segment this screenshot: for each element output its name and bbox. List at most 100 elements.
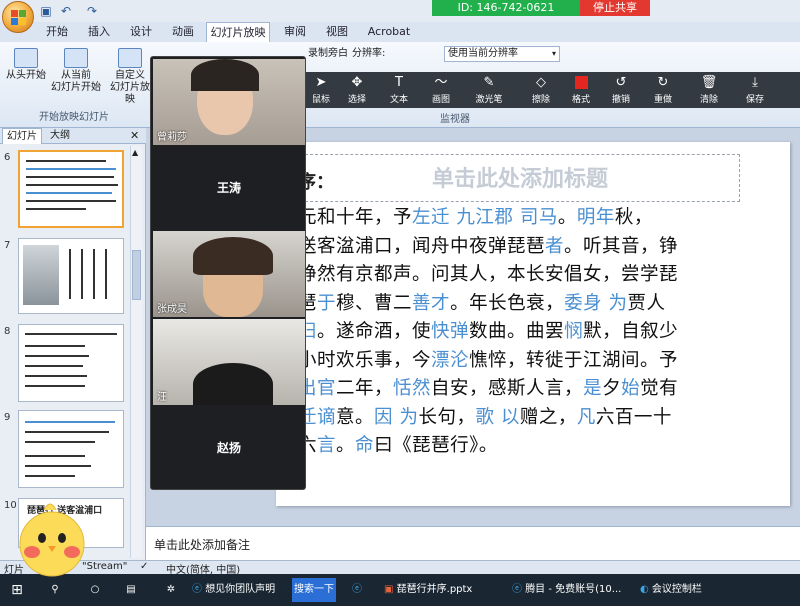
taskbar-meeting-control[interactable]: ◐ 会议控制栏	[640, 578, 740, 602]
slide-thumbnail-6[interactable]	[18, 150, 124, 228]
body-text-segment: 意。	[336, 406, 375, 428]
anno-label: 格式	[571, 95, 590, 105]
resolution-select[interactable]: 使用当前分辨率 ▾	[444, 46, 560, 62]
chick-sticker-image	[16, 494, 88, 578]
taskbar-browser-tab[interactable]: ⓔ 想见你团队声明	[192, 578, 288, 602]
meeting-video-panel: 曾莉莎 王涛 张成昊 汪 赵扬	[150, 56, 306, 490]
current-slide[interactable]: 单击此处添加标题 序： 元和十年，予左迁 九江郡 司马。明年秋， 送客湓浦口，闻舟…	[276, 142, 790, 506]
panel-tabs: 幻灯片 大纲 ✕	[0, 128, 146, 144]
title-placeholder[interactable]: 单击此处添加标题	[300, 154, 740, 202]
anno-undo[interactable]: ↺ 撤销	[600, 74, 642, 105]
color-swatch	[574, 76, 588, 89]
participant-name: 赵扬	[216, 441, 241, 455]
anno-erase[interactable]: ◇ 擦除	[520, 74, 562, 105]
spell-check-icon[interactable]: ✓	[140, 561, 148, 572]
undo-icon[interactable]: ↶	[58, 3, 74, 19]
slideshow-icon	[64, 48, 88, 68]
windows-start-icon[interactable]: ⊞	[8, 578, 26, 602]
participant-video[interactable]: 汪	[153, 319, 305, 405]
tab-review[interactable]: 审阅	[278, 22, 312, 42]
close-icon[interactable]: ✕	[130, 129, 139, 142]
slide-body-text[interactable]: 元和十年，予左迁 九江郡 司马。明年秋， 送客湓浦口，闻舟中夜弹琵琶者。听其音，铮…	[298, 204, 790, 461]
meeting-icon: ◐	[640, 584, 649, 595]
redo-icon[interactable]: ↷	[84, 3, 100, 19]
highlighted-word: 言	[317, 435, 337, 456]
scroll-thumb[interactable]	[132, 250, 141, 300]
highlighted-word: 明年	[576, 207, 615, 228]
body-text-segment: 觉有	[640, 378, 679, 399]
body-text-segment: 送客湓浦口，闻舟中夜弹琵琶	[298, 235, 546, 257]
anno-redo[interactable]: ↻ 重做	[642, 74, 684, 105]
slide-number: 7	[4, 240, 11, 251]
slide-body-line: 琶于穆、曹二善才。年长色衰，委身 为贾人	[298, 290, 790, 319]
highlighted-word: 为	[399, 406, 419, 428]
tab-acrobat[interactable]: Acrobat	[362, 22, 416, 42]
task-view-icon[interactable]: ▤	[122, 578, 140, 602]
anno-draw[interactable]: 〜画图	[420, 74, 462, 105]
highlighted-word: 九江郡	[456, 207, 514, 228]
office-button[interactable]	[2, 1, 34, 33]
tab-view[interactable]: 视图	[320, 22, 354, 42]
taskbar-browser-account[interactable]: ⓔ 腾目 - 免费账号(10...	[512, 578, 630, 602]
participant-video[interactable]: 张成昊	[153, 231, 305, 317]
slide-body-line: 元和十年，予左迁 九江郡 司马。明年秋，	[298, 204, 790, 233]
cortana-icon[interactable]: ○	[86, 578, 104, 602]
anno-laser[interactable]: ✎ 激光笔	[468, 74, 510, 105]
resolution-value: 使用当前分辨率	[448, 48, 518, 59]
anno-label: 撤销	[611, 95, 630, 105]
stop-share-button[interactable]: 停止共享	[580, 0, 650, 16]
slide-thumbnail-9[interactable]	[18, 410, 124, 488]
search-button[interactable]: 搜索一下	[292, 578, 336, 602]
body-text-segment: 。	[336, 435, 356, 456]
taskbar-label: 腾目 - 免费账号(10...	[525, 584, 622, 595]
body-text-segment: 憔悴，转徙于江湖间。予	[469, 349, 679, 371]
tab-home[interactable]: 开始	[40, 22, 74, 42]
anno-clear[interactable]: 🗑 清除	[688, 74, 730, 105]
anno-text[interactable]: T 文本	[378, 74, 420, 105]
pinwheel-app-icon[interactable]: ✲	[162, 578, 180, 602]
tab-slideshow[interactable]: 幻灯片放映	[206, 22, 270, 42]
body-text-segment: 赠之，	[519, 406, 577, 428]
scrollbar[interactable]: ▲	[130, 146, 142, 558]
edge-icon[interactable]: ⓔ	[348, 578, 366, 602]
anno-label: 选择	[347, 95, 366, 105]
tab-animation[interactable]: 动画	[166, 22, 200, 42]
slide-body-line: 迁谪意。因 为长句，歌 以赠之，凡六百一十	[298, 404, 790, 433]
highlighted-word: 始	[621, 378, 641, 399]
slide-thumbnail-7[interactable]	[18, 238, 124, 314]
save-icon: ⤓	[752, 75, 758, 90]
body-text-segment: 自安，感斯人言，	[431, 378, 584, 399]
taskbar-ppt[interactable]: ▣ 琵琶行并序.pptx	[384, 578, 494, 602]
anno-save[interactable]: ⤓ 保存	[734, 74, 776, 105]
scroll-up-icon[interactable]: ▲	[132, 148, 138, 157]
search-icon[interactable]: ⚲	[46, 578, 64, 602]
taskbar-label: 琵琶行并序.pptx	[396, 584, 473, 595]
highlighted-word: 是	[583, 378, 603, 399]
anno-format[interactable]: 格式	[560, 74, 602, 105]
slide-body-line: 送客湓浦口，闻舟中夜弹琵琶者。听其音，铮	[298, 233, 790, 262]
highlighted-word: 善才	[412, 292, 451, 314]
format-icon	[560, 74, 602, 92]
body-text-segment: 二年，	[336, 378, 394, 399]
highlighted-word: 快弹	[431, 321, 470, 342]
save-icon[interactable]: ▣	[38, 3, 54, 19]
from-start-button[interactable]: 从头开始	[4, 48, 48, 82]
anno-label: 重做	[653, 95, 672, 105]
tab-outline[interactable]: 大纲	[46, 128, 74, 144]
body-text-segment: 六百一十	[595, 406, 672, 428]
record-narration-button[interactable]: 录制旁白	[308, 48, 348, 60]
participant-video[interactable]: 曾莉莎	[153, 59, 305, 145]
tab-insert[interactable]: 插入	[82, 22, 116, 42]
text-icon: T	[395, 75, 403, 90]
custom-show-button[interactable]: 自定义 幻灯片放映	[106, 48, 154, 106]
tab-slides[interactable]: 幻灯片	[2, 128, 42, 144]
tab-design[interactable]: 设计	[124, 22, 158, 42]
slide-thumbnail-8[interactable]	[18, 324, 124, 402]
highlighted-word: 悯	[564, 321, 584, 342]
painting-image	[23, 245, 59, 305]
notes-pane[interactable]: 单击此处添加备注	[146, 526, 800, 560]
highlighted-word: 左迁	[412, 207, 451, 228]
anno-select[interactable]: ✥ 选择	[336, 74, 378, 105]
anno-label: 文本	[389, 95, 408, 105]
from-current-button[interactable]: 从当前 幻灯片开始	[50, 48, 102, 94]
